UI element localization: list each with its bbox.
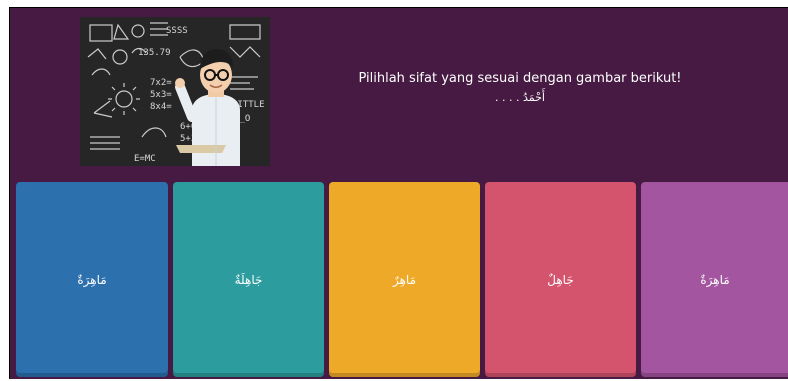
quiz-panel: 135.79 SSSS 7x2= 5x3= 8x4= 6+0 5+3 3+8 E… [9, 7, 788, 379]
question-instruction: Pilihlah sifat yang sesuai dengan gambar… [358, 71, 682, 86]
svg-text:8x4=: 8x4= [150, 102, 172, 112]
question-arabic-sentence: أَحْمَدُ . . . . [495, 91, 545, 104]
answer-options: مَاهِرَةٌ جَاهِلَةٌ مَاهِرٌ جَاهِلٌ مَاه… [10, 182, 788, 379]
question-text: Pilihlah sifat yang sesuai dengan gambar… [310, 70, 730, 106]
answer-option-label: مَاهِرَةٌ [77, 272, 107, 287]
answer-option-label: جَاهِلٌ [547, 272, 574, 287]
svg-text:135.79: 135.79 [138, 48, 171, 58]
answer-option-label: جَاهِلَةٌ [234, 272, 263, 287]
answer-option-label: مَاهِرٌ [392, 272, 417, 287]
page-frame: 135.79 SSSS 7x2= 5x3= 8x4= 6+0 5+3 3+8 E… [0, 0, 788, 381]
answer-option-2[interactable]: جَاهِلَةٌ [173, 182, 324, 377]
svg-text:E=MC: E=MC [134, 154, 156, 164]
question-image: 135.79 SSSS 7x2= 5x3= 8x4= 6+0 5+3 3+8 E… [80, 17, 270, 166]
answer-option-3[interactable]: مَاهِرٌ [329, 182, 480, 377]
answer-option-1[interactable]: مَاهِرَةٌ [16, 182, 168, 377]
answer-option-5[interactable]: مَاهِرَةٌ [641, 182, 788, 377]
svg-text:7x2=: 7x2= [150, 78, 172, 88]
svg-text:5x3=: 5x3= [150, 90, 172, 100]
answer-option-4[interactable]: جَاهِلٌ [485, 182, 636, 377]
svg-text:SSSS: SSSS [166, 26, 188, 36]
chalkboard-illustration: 135.79 SSSS 7x2= 5x3= 8x4= 6+0 5+3 3+8 E… [80, 17, 270, 166]
answer-option-label: مَاهِرَةٌ [700, 272, 730, 287]
